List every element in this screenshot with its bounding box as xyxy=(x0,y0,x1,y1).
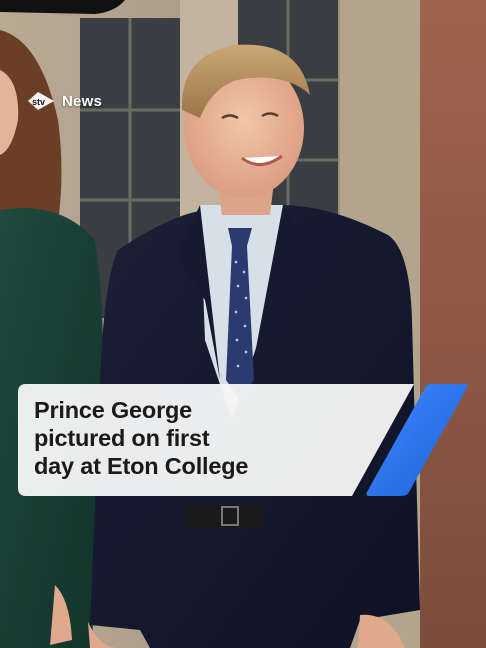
logo-text: News xyxy=(62,92,102,110)
headline-line: Prince George xyxy=(34,397,193,423)
headline: Prince George pictured on first day at E… xyxy=(34,396,374,480)
stv-news-logo: stv News xyxy=(26,90,102,112)
news-graphic: stv News Prince George pictured on first… xyxy=(0,0,486,648)
accent-slash-icon xyxy=(366,384,468,496)
svg-text:stv: stv xyxy=(32,97,45,107)
headline-line: day at Eton College xyxy=(34,453,249,479)
stv-logo-icon: stv xyxy=(28,92,54,110)
headline-line: pictured on first xyxy=(34,425,210,451)
